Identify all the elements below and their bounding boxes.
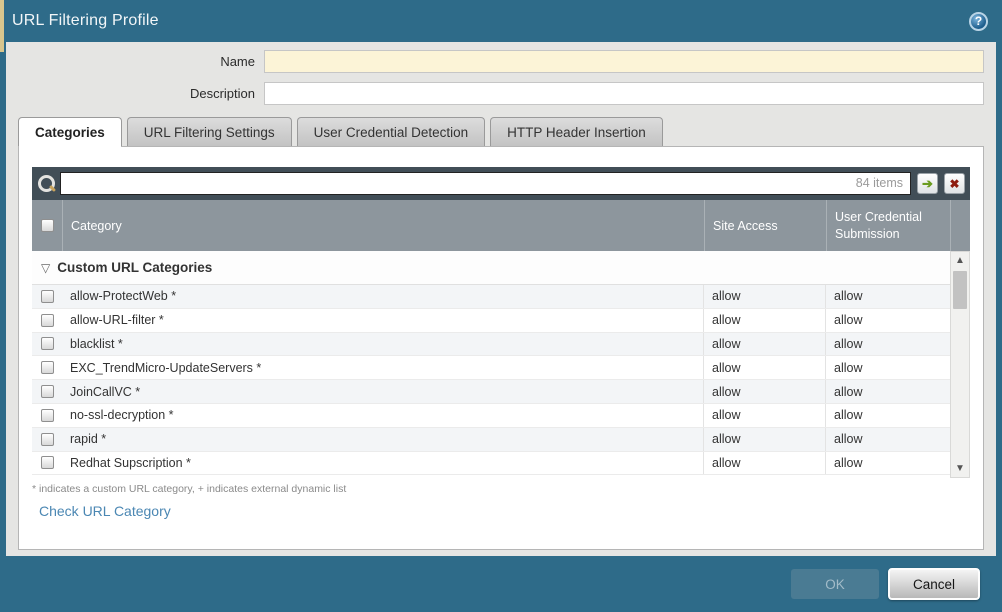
category-cell: rapid * bbox=[62, 428, 704, 451]
search-input[interactable] bbox=[60, 172, 911, 195]
name-label: Name bbox=[18, 54, 264, 69]
site-access-cell: allow bbox=[704, 309, 826, 332]
site-access-cell: allow bbox=[704, 452, 826, 475]
category-cell: Redhat Supscription * bbox=[62, 452, 704, 475]
site-access-cell: allow bbox=[704, 333, 826, 356]
table-row[interactable]: rapid * allow allow bbox=[32, 428, 950, 452]
group-row-custom-url-categories[interactable]: ▽ Custom URL Categories bbox=[32, 251, 950, 285]
background-sliver bbox=[0, 0, 4, 52]
scrollbar-thumb[interactable] bbox=[953, 271, 967, 309]
vertical-scrollbar[interactable]: ▲ ▼ bbox=[950, 251, 970, 478]
row-checkbox[interactable] bbox=[41, 385, 54, 398]
collapse-triangle-icon[interactable]: ▽ bbox=[41, 261, 50, 275]
categories-panel: 84 items ➔ ✖ Category Site Access User C… bbox=[18, 146, 984, 550]
user-credential-submission-cell: allow bbox=[826, 285, 950, 308]
search-icon bbox=[36, 174, 56, 194]
table-row[interactable]: Redhat Supscription * allow allow bbox=[32, 452, 950, 476]
site-access-cell: allow bbox=[704, 404, 826, 427]
dialog-footer: OK Cancel bbox=[0, 556, 1002, 612]
scroll-down-icon[interactable]: ▼ bbox=[951, 460, 969, 477]
group-label: Custom URL Categories bbox=[57, 260, 212, 275]
user-credential-submission-cell: allow bbox=[826, 452, 950, 475]
table-body-wrap: ▽ Custom URL Categories allow-ProtectWeb… bbox=[32, 251, 970, 478]
search-bar: 84 items ➔ ✖ bbox=[32, 167, 970, 200]
site-access-cell: allow bbox=[704, 380, 826, 403]
site-access-cell: allow bbox=[704, 285, 826, 308]
table-row[interactable]: blacklist * allow allow bbox=[32, 333, 950, 357]
check-url-category-link[interactable]: Check URL Category bbox=[39, 503, 171, 519]
table-header: Category Site Access User Credential Sub… bbox=[32, 200, 970, 251]
table-row[interactable]: JoinCallVC * allow allow bbox=[32, 380, 950, 404]
row-checkbox[interactable] bbox=[41, 314, 54, 327]
user-credential-submission-cell: allow bbox=[826, 404, 950, 427]
column-header-category[interactable]: Category bbox=[62, 200, 704, 251]
header-scrollbar-gap bbox=[950, 200, 970, 251]
row-checkbox[interactable] bbox=[41, 433, 54, 446]
column-header-site-access[interactable]: Site Access bbox=[704, 200, 826, 251]
description-field[interactable] bbox=[264, 82, 984, 105]
dialog-body: Name Description Categories URL Filterin… bbox=[6, 42, 996, 556]
rows-container: allow-ProtectWeb * allow allow allow-URL… bbox=[32, 285, 950, 475]
select-all-cell bbox=[32, 200, 62, 251]
ok-button[interactable]: OK bbox=[791, 569, 879, 599]
category-cell: no-ssl-decryption * bbox=[62, 404, 704, 427]
row-checkbox[interactable] bbox=[41, 290, 54, 303]
cancel-button[interactable]: Cancel bbox=[888, 568, 980, 600]
help-icon[interactable]: ? bbox=[969, 12, 988, 31]
scroll-up-icon[interactable]: ▲ bbox=[951, 252, 969, 269]
user-credential-submission-cell: allow bbox=[826, 428, 950, 451]
description-label: Description bbox=[18, 86, 264, 101]
clear-filter-button[interactable]: ✖ bbox=[944, 173, 965, 194]
table-body: ▽ Custom URL Categories allow-ProtectWeb… bbox=[32, 251, 950, 478]
user-credential-submission-cell: allow bbox=[826, 356, 950, 379]
row-checkbox[interactable] bbox=[41, 337, 54, 350]
tab-user-credential-detection[interactable]: User Credential Detection bbox=[297, 117, 486, 146]
table-row[interactable]: allow-ProtectWeb * allow allow bbox=[32, 285, 950, 309]
name-field[interactable] bbox=[264, 50, 984, 73]
select-all-checkbox[interactable] bbox=[41, 219, 54, 232]
category-cell: EXC_TrendMicro-UpdateServers * bbox=[62, 356, 704, 379]
category-cell: allow-URL-filter * bbox=[62, 309, 704, 332]
tab-http-header-insertion[interactable]: HTTP Header Insertion bbox=[490, 117, 663, 146]
table-row[interactable]: EXC_TrendMicro-UpdateServers * allow all… bbox=[32, 356, 950, 380]
dialog-titlebar: URL Filtering Profile ? bbox=[0, 0, 1002, 42]
name-row: Name bbox=[18, 50, 984, 73]
user-credential-submission-cell: allow bbox=[826, 309, 950, 332]
row-checkbox[interactable] bbox=[41, 361, 54, 374]
category-cell: blacklist * bbox=[62, 333, 704, 356]
apply-filter-button[interactable]: ➔ bbox=[917, 173, 938, 194]
dialog-title: URL Filtering Profile bbox=[12, 12, 159, 30]
tab-url-filtering-settings[interactable]: URL Filtering Settings bbox=[127, 117, 292, 146]
site-access-cell: allow bbox=[704, 428, 826, 451]
user-credential-submission-cell: allow bbox=[826, 333, 950, 356]
tab-bar: Categories URL Filtering Settings User C… bbox=[18, 117, 984, 146]
category-cell: allow-ProtectWeb * bbox=[62, 285, 704, 308]
row-checkbox[interactable] bbox=[41, 456, 54, 469]
tab-categories[interactable]: Categories bbox=[18, 117, 122, 146]
table-row[interactable]: allow-URL-filter * allow allow bbox=[32, 309, 950, 333]
description-row: Description bbox=[18, 82, 984, 105]
table-row[interactable]: no-ssl-decryption * allow allow bbox=[32, 404, 950, 428]
site-access-cell: allow bbox=[704, 356, 826, 379]
user-credential-submission-cell: allow bbox=[826, 380, 950, 403]
category-cell: JoinCallVC * bbox=[62, 380, 704, 403]
legend-footnote: * indicates a custom URL category, + ind… bbox=[32, 483, 970, 495]
row-checkbox[interactable] bbox=[41, 409, 54, 422]
column-header-user-credential-submission[interactable]: User Credential Submission bbox=[826, 200, 950, 251]
